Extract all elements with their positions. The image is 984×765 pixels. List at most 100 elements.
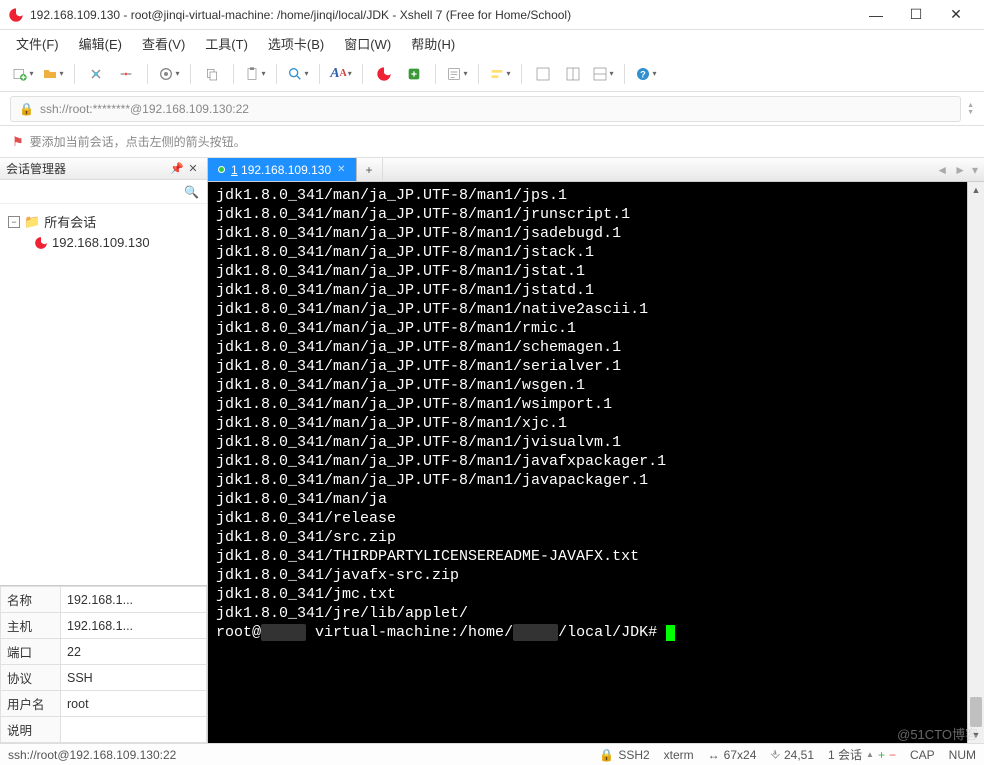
prop-key: 名称 xyxy=(1,587,61,613)
status-size: 67x24 xyxy=(724,748,757,762)
address-text: ssh://root:********@192.168.109.130:22 xyxy=(40,102,249,116)
tab-add-button[interactable]: + xyxy=(357,158,383,181)
status-sessions: 1 会话 xyxy=(828,746,862,763)
copy-icon[interactable] xyxy=(199,61,225,87)
scroll-thumb[interactable] xyxy=(970,697,982,727)
lock-icon: 🔒 xyxy=(599,748,614,762)
prop-row: 说明 xyxy=(1,717,207,743)
status-pos: 24,51 xyxy=(784,748,814,762)
prop-row: 用户名root xyxy=(1,691,207,717)
address-bar: 🔒 ssh://root:********@192.168.109.130:22… xyxy=(0,92,984,126)
prop-val: 22 xyxy=(61,639,207,665)
prop-key: 协议 xyxy=(1,665,61,691)
pos-icon: ⎀ xyxy=(770,747,780,762)
find-icon[interactable]: ▾ xyxy=(285,61,311,87)
hint-bar: ⚑ 要添加当前会话，点击左侧的箭头按钮。 xyxy=(0,126,984,158)
separator xyxy=(147,64,148,84)
tab-menu-icon[interactable]: ▾ xyxy=(972,163,978,177)
sidebar-header: 会话管理器 📌 ✕ xyxy=(0,158,207,180)
menu-tabs[interactable]: 选项卡(B) xyxy=(260,31,332,56)
tab-nav-left-icon[interactable]: ◄ xyxy=(936,163,948,177)
highlight-icon[interactable]: ▾ xyxy=(487,61,513,87)
separator xyxy=(74,64,75,84)
menu-tools[interactable]: 工具(T) xyxy=(197,31,256,56)
script-icon[interactable]: ▾ xyxy=(444,61,470,87)
tab-index: 1 xyxy=(231,163,238,177)
font-icon[interactable]: AA▾ xyxy=(328,61,354,87)
prop-key: 用户名 xyxy=(1,691,61,717)
scroll-up-icon[interactable]: ▲ xyxy=(968,182,984,198)
separator xyxy=(233,64,234,84)
layout1-icon[interactable] xyxy=(530,61,556,87)
status-bar: ssh://root@192.168.109.130:22 🔒SSH2 xter… xyxy=(0,743,984,765)
menu-window[interactable]: 窗口(W) xyxy=(336,31,399,56)
layout2-icon[interactable] xyxy=(560,61,586,87)
reconnect-icon[interactable] xyxy=(83,61,109,87)
session-icon xyxy=(34,236,48,250)
maximize-button[interactable]: ☐ xyxy=(896,1,936,29)
prop-key: 主机 xyxy=(1,613,61,639)
tree-session-label: 192.168.109.130 xyxy=(52,235,150,250)
prop-val xyxy=(61,717,207,743)
close-panel-icon[interactable]: ✕ xyxy=(185,162,201,175)
hint-text: 要添加当前会话，点击左侧的箭头按钮。 xyxy=(30,133,246,150)
help-icon[interactable]: ?▾ xyxy=(633,61,659,87)
tab-label: 192.168.109.130 xyxy=(241,163,331,177)
separator xyxy=(624,64,625,84)
tree-session[interactable]: 192.168.109.130 xyxy=(4,233,203,252)
scroll-down-icon[interactable]: ▼ xyxy=(968,727,984,743)
prop-row: 主机192.168.1... xyxy=(1,613,207,639)
new-session-icon[interactable]: ▾ xyxy=(10,61,36,87)
session-tree: − 📁 所有会话 192.168.109.130 xyxy=(0,204,207,585)
session-manager-panel: 会话管理器 📌 ✕ 🔍 − 📁 所有会话 192.168.109.130 名称1… xyxy=(0,158,208,743)
open-icon[interactable]: ▾ xyxy=(40,61,66,87)
pin-icon[interactable]: 📌 xyxy=(169,162,185,175)
tab-close-icon[interactable]: ✕ xyxy=(337,164,345,175)
svg-text:?: ? xyxy=(641,69,647,79)
sidebar-title: 会话管理器 xyxy=(6,160,66,177)
tab-session-active[interactable]: 1 192.168.109.130 ✕ xyxy=(208,158,357,181)
main-area: 1 192.168.109.130 ✕ + ◄ ► ▾ jdk1.8.0_341… xyxy=(208,158,984,743)
tree-root[interactable]: − 📁 所有会话 xyxy=(4,210,203,233)
menu-help[interactable]: 帮助(H) xyxy=(403,31,463,56)
flag-icon: ⚑ xyxy=(12,134,24,150)
address-input[interactable]: 🔒 ssh://root:********@192.168.109.130:22 xyxy=(10,96,961,122)
prop-val: SSH xyxy=(61,665,207,691)
folder-icon: 📁 xyxy=(24,214,40,230)
collapse-icon[interactable]: − xyxy=(8,216,20,228)
prop-key: 端口 xyxy=(1,639,61,665)
tabs-row: 1 192.168.109.130 ✕ + ◄ ► ▾ xyxy=(208,158,984,182)
search-icon: 🔍 xyxy=(184,185,199,199)
prop-key: 说明 xyxy=(1,717,61,743)
sessions-add-icon[interactable]: + xyxy=(878,748,885,762)
tab-nav-right-icon[interactable]: ► xyxy=(954,163,966,177)
sidebar-search[interactable]: 🔍 xyxy=(0,180,207,204)
menu-edit[interactable]: 编辑(E) xyxy=(71,31,130,56)
session-properties: 名称192.168.1... 主机192.168.1... 端口22 协议SSH… xyxy=(0,585,207,743)
menu-view[interactable]: 查看(V) xyxy=(134,31,193,56)
status-num: NUM xyxy=(949,748,976,762)
prop-row: 名称192.168.1... xyxy=(1,587,207,613)
separator xyxy=(276,64,277,84)
terminal-scrollbar[interactable]: ▲ ▼ xyxy=(967,182,984,743)
properties-icon[interactable]: ▾ xyxy=(156,61,182,87)
sessions-remove-icon[interactable]: − xyxy=(889,748,896,762)
layout3-icon[interactable]: ▾ xyxy=(590,61,616,87)
toolbar: ▾ ▾ ▾ ▾ ▾ AA▾ ▾ ▾ ▾ ?▾ xyxy=(0,56,984,92)
terminal[interactable]: jdk1.8.0_341/man/ja_JP.UTF-8/man1/jps.1 … xyxy=(208,182,967,743)
tree-root-label: 所有会话 xyxy=(44,212,96,231)
separator xyxy=(478,64,479,84)
separator xyxy=(521,64,522,84)
title-bar: 192.168.109.130 - root@jinqi-virtual-mac… xyxy=(0,0,984,30)
paste-icon[interactable]: ▾ xyxy=(242,61,268,87)
minimize-button[interactable]: ― xyxy=(856,1,896,29)
disconnect-icon[interactable] xyxy=(113,61,139,87)
prop-val: root xyxy=(61,691,207,717)
status-proto: SSH2 xyxy=(618,748,649,762)
xftp-icon[interactable] xyxy=(401,61,427,87)
xshell-icon[interactable] xyxy=(371,61,397,87)
menu-file[interactable]: 文件(F) xyxy=(8,31,67,56)
status-cap: CAP xyxy=(910,748,935,762)
close-button[interactable]: ✕ xyxy=(936,1,976,29)
lock-icon: 🔒 xyxy=(19,102,34,116)
